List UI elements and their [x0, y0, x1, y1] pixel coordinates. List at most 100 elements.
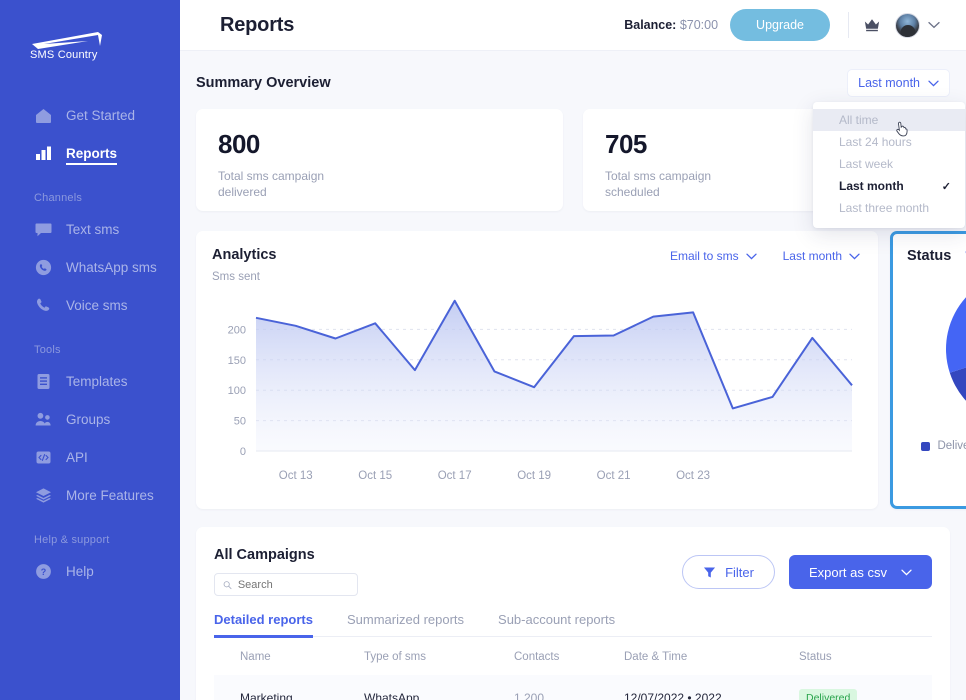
dropdown-option-label: Last month — [839, 179, 904, 193]
sidebar-item-more-features[interactable]: More Features — [0, 476, 180, 514]
chevron-down-icon — [901, 569, 912, 576]
table-row[interactable]: Marketing WhatsApp 1,200 12/07/2022 • 20… — [214, 675, 932, 700]
tab-detailed-reports[interactable]: Detailed reports — [214, 612, 313, 638]
sidebar-item-reports[interactable]: Reports — [0, 134, 180, 172]
whatsapp-icon — [34, 258, 52, 276]
brand-logo[interactable]: SMS Country — [0, 0, 180, 86]
sidebar-item-label: WhatsApp sms — [66, 259, 157, 275]
filter-label: Filter — [725, 564, 754, 580]
svg-text:Oct 23: Oct 23 — [676, 470, 710, 482]
cell-type: WhatsApp — [364, 691, 420, 700]
summary-range-select[interactable]: Last month — [847, 69, 950, 97]
chevron-down-icon — [745, 253, 757, 260]
sidebar-item-voice-sms[interactable]: Voice sms — [0, 286, 180, 324]
dropdown-option-last-week[interactable]: Last week — [813, 153, 965, 175]
balance-label: Balance: — [624, 18, 677, 32]
analytics-channel-select[interactable]: Email to sms — [670, 249, 757, 263]
question-circle-icon: ? — [34, 562, 52, 580]
chevron-down-icon — [928, 80, 939, 87]
search-box[interactable] — [214, 573, 358, 596]
campaigns-header: All Campaigns Search Filter Export as cs… — [214, 547, 932, 596]
svg-text:Oct 21: Oct 21 — [597, 470, 631, 482]
summary-range-value: Last month — [858, 76, 920, 90]
bar-chart-icon — [34, 144, 52, 162]
sidebar-item-label: Reports — [66, 145, 118, 165]
chevron-down-icon — [849, 253, 860, 260]
svg-text:150: 150 — [228, 355, 246, 367]
svg-text:200: 200 — [228, 324, 246, 336]
sidebar-item-help[interactable]: ? Help — [0, 552, 180, 590]
dropdown-option-label: All time — [839, 113, 879, 127]
crown-icon[interactable] — [863, 17, 881, 33]
analytics-range-select[interactable]: Last month — [783, 249, 860, 263]
sidebar-item-label: Groups — [66, 411, 111, 427]
people-icon — [34, 410, 52, 428]
chevron-down-icon[interactable] — [928, 21, 940, 29]
column-header-name: Name — [240, 651, 271, 663]
funnel-icon — [704, 566, 716, 578]
dropdown-option-last-24-hours[interactable]: Last 24 hours — [813, 131, 965, 153]
svg-text:?: ? — [40, 567, 46, 577]
sidebar-item-whatsapp-sms[interactable]: WhatsApp sms — [0, 248, 180, 286]
status-header: Status What... sms Last month — [907, 248, 966, 264]
sidebar-item-label: Templates — [66, 373, 128, 389]
tab-sub-account-reports[interactable]: Sub-account reports — [498, 612, 615, 636]
sidebar-item-api[interactable]: API — [0, 438, 180, 476]
analytics-chart: 0 50 100 150 200 Oct 13 Oct 15 Oct 17 Oct 19 Oct … — [212, 287, 860, 510]
search-input[interactable] — [237, 578, 349, 591]
app-root: SMS Country Get Started Reports Channels — [0, 0, 966, 700]
sidebar-item-label: Get Started — [66, 107, 136, 123]
cell-status: Delivered — [799, 675, 932, 700]
dropdown-option-label: Last 24 hours — [839, 135, 912, 149]
dropdown-option-label: Last week — [839, 157, 894, 171]
range-dropdown-menu[interactable]: All time Last 24 hours Last week Last mo… — [813, 102, 965, 228]
page-title: Reports — [220, 13, 295, 36]
svg-text:Oct 15: Oct 15 — [358, 470, 392, 482]
campaigns-title: All Campaigns — [214, 547, 315, 563]
cell-contacts: 1,200 — [514, 691, 545, 700]
sidebar-item-get-started[interactable]: Get Started — [0, 96, 180, 134]
brand-name: SMS Country — [30, 49, 98, 61]
cell-name: Marketing — [240, 691, 293, 700]
analytics-card: Analytics Sms sent Email to sms Last mon… — [196, 231, 878, 509]
tab-summarized-reports[interactable]: Summarized reports — [347, 612, 464, 636]
sidebar-section-title: Channels — [34, 192, 83, 204]
document-icon — [34, 372, 52, 390]
code-icon — [34, 448, 52, 466]
avatar[interactable] — [895, 12, 920, 38]
sidebar-item-groups[interactable]: Groups — [0, 400, 180, 438]
sidebar-section-title: Help & support — [34, 534, 110, 546]
summary-title: Summary Overview — [196, 75, 331, 91]
stat-card-delivered: 800 Total sms campaign delivered — [196, 109, 563, 211]
sidebar-item-templates[interactable]: Templates — [0, 362, 180, 400]
status-badge: Delivered — [799, 689, 858, 700]
campaigns-actions: Filter Export as csv — [682, 547, 932, 589]
analytics-subtitle: Sms sent — [212, 271, 260, 283]
column-header-contacts: Contacts — [514, 651, 560, 663]
sidebar-item-label: API — [66, 449, 88, 465]
upgrade-button[interactable]: Upgrade — [730, 9, 830, 41]
campaigns-card: All Campaigns Search Filter Export as cs… — [196, 527, 950, 700]
balance-value: $70:00 — [679, 18, 719, 32]
sidebar-item-label: More Features — [66, 487, 154, 503]
summary-header: Summary Overview Last month — [196, 51, 950, 109]
export-csv-button[interactable]: Export as csv — [788, 555, 932, 589]
sidebar-item-text-sms[interactable]: Text sms — [0, 210, 180, 248]
sidebar-section-channels: Channels Text sms WhatsApp sms Voice sms — [0, 176, 180, 324]
check-icon: ✓ — [941, 180, 951, 193]
svg-text:100: 100 — [228, 385, 246, 397]
svg-text:Oct 13: Oct 13 — [279, 470, 313, 482]
sidebar-item-label: Help — [66, 563, 94, 579]
dropdown-option-last-three-month[interactable]: Last three month — [813, 197, 965, 219]
sidebar-item-label: Voice sms — [66, 297, 128, 313]
sidebar-item-label: Text sms — [66, 221, 120, 237]
chat-bubble-icon — [34, 220, 52, 238]
dropdown-option-all-time[interactable]: All time — [813, 109, 965, 137]
filter-button[interactable]: Filter — [682, 555, 775, 589]
svg-text:50: 50 — [234, 416, 246, 428]
search-icon — [223, 580, 232, 589]
sidebar-primary-nav: Get Started Reports — [0, 96, 180, 172]
status-donut — [907, 270, 966, 428]
dropdown-option-last-month[interactable]: Last month ✓ — [813, 175, 965, 197]
column-header-type: Type of sms — [364, 651, 426, 663]
